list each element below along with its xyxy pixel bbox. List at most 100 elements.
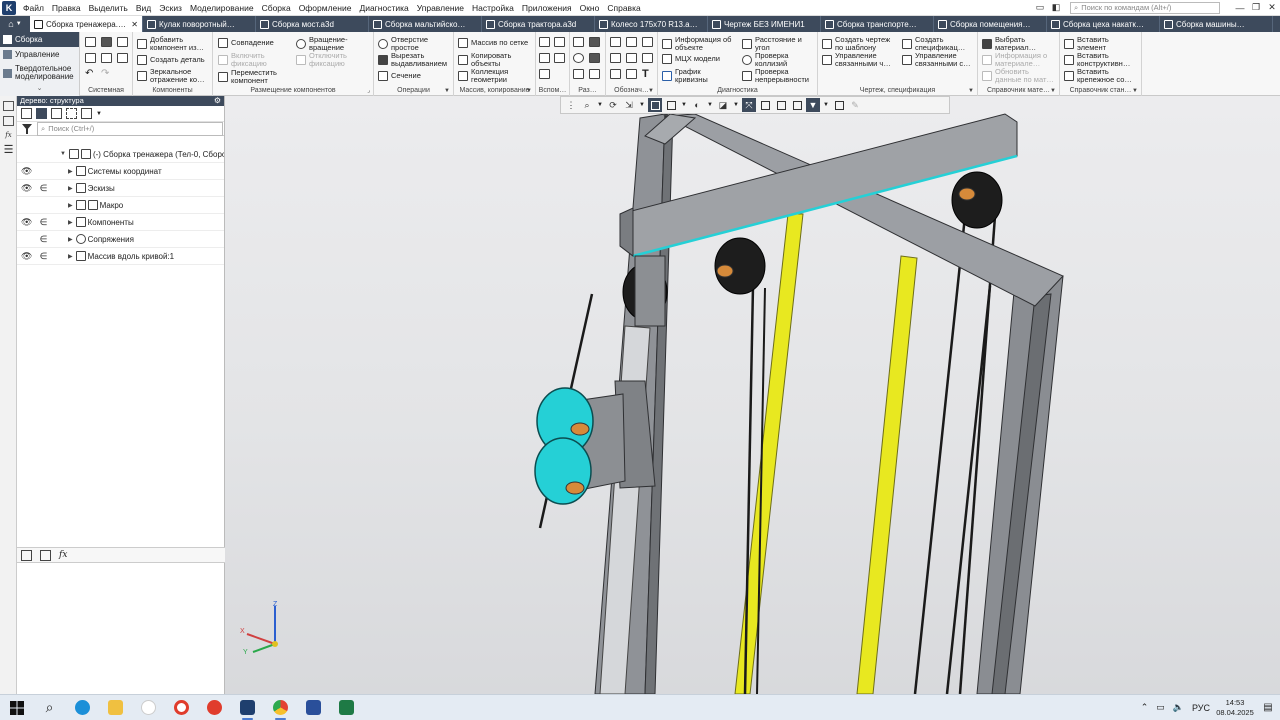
parameters-icon[interactable] (117, 53, 128, 63)
tab-document[interactable]: Сборка транспорте… (821, 16, 934, 32)
aux-point-icon[interactable] (539, 53, 550, 63)
taskbar-search-button[interactable]: ⌕ (33, 695, 66, 720)
manage-linked-drawings-button[interactable]: Управление связанными ч… (822, 52, 900, 67)
variables-icon[interactable]: fx (59, 550, 67, 560)
menu-sketch[interactable]: Эскиз (155, 3, 186, 13)
insert-element-button[interactable]: Вставить элемент (1064, 36, 1139, 51)
tab-assembly-trainer[interactable]: Сборка тренажера.a… ✕ (30, 16, 143, 32)
menu-apps[interactable]: Приложения (518, 3, 576, 13)
aux-axis-icon[interactable] (554, 37, 565, 47)
chevron-down-icon[interactable]: ▼ (96, 111, 102, 117)
filter-icon[interactable] (21, 123, 33, 135)
save-icon[interactable] (117, 37, 128, 47)
rotate-view-icon[interactable]: ⟳ (606, 98, 620, 112)
properties-icon[interactable] (3, 116, 14, 126)
list-view-icon[interactable] (81, 108, 92, 119)
taskbar-excel[interactable] (330, 695, 363, 720)
chevron-down-icon[interactable]: ▼ (822, 102, 830, 108)
eye-icon[interactable]: 👁 (21, 166, 32, 177)
tree-row-mates[interactable]: ∈ ▶ Сопряжения (17, 231, 224, 248)
check-continuity-button[interactable]: Проверка непрерывности (742, 68, 817, 83)
render-icon[interactable] (774, 98, 788, 112)
tab-document[interactable]: Сборка цеха накатк… (1047, 16, 1160, 32)
tab-document[interactable]: Сборка помещения… (934, 16, 1047, 32)
menu-icon[interactable]: ☰ (3, 145, 14, 156)
manage-linked-spec-button[interactable]: Управление связанными с… (902, 52, 977, 67)
measure-icon[interactable] (832, 98, 846, 112)
close-icon[interactable]: ✕ (131, 20, 138, 29)
chevron-down-icon[interactable]: ▼ (706, 102, 714, 108)
aux-curve-icon[interactable] (539, 69, 550, 79)
snap-icon[interactable]: ⤧ (742, 98, 756, 112)
base-icon[interactable] (610, 53, 621, 63)
aux-plane-icon[interactable] (539, 37, 550, 47)
chevron-down-icon[interactable]: ⌄ (0, 84, 79, 92)
display-mode-icon[interactable] (664, 98, 678, 112)
tree-row-macro[interactable]: ▶ Макро (17, 197, 224, 214)
menu-window[interactable]: Окно (576, 3, 604, 13)
new-doc-icon[interactable] (85, 37, 96, 47)
clock[interactable]: 14:53 08.04.2025 (1214, 698, 1256, 718)
chevron-down-icon[interactable]: ▼ (596, 102, 604, 108)
geometry-collection-button[interactable]: Коллекция геометрии (458, 68, 533, 83)
tab-document[interactable]: Чертеж БЕЗ ИМЕНИ1 (708, 16, 821, 32)
dimension-chain-icon[interactable] (589, 69, 600, 79)
panel-toggle-icon[interactable]: ▭ (1032, 1, 1048, 15)
leader-icon[interactable] (610, 37, 621, 47)
chevron-down-icon[interactable]: ▼ (968, 86, 974, 96)
tolerance-icon[interactable] (626, 53, 637, 63)
filter-icon[interactable]: ▼ (806, 98, 820, 112)
menu-edit[interactable]: Правка (48, 3, 85, 13)
menu-view[interactable]: Вид (132, 3, 155, 13)
marking-icon[interactable] (642, 37, 653, 47)
menu-select[interactable]: Выделить (85, 3, 132, 13)
dimension-linear-icon[interactable] (573, 37, 584, 47)
3d-viewport[interactable]: Z X Y (225, 96, 1280, 694)
sketch-icon[interactable]: ∈ (39, 217, 48, 228)
mcc-models-button[interactable]: МЦХ модели (662, 54, 720, 64)
choose-material-button[interactable]: Выбрать материал… (982, 36, 1057, 51)
menu-help[interactable]: Справка (603, 3, 644, 13)
menu-file[interactable]: Файл (19, 3, 48, 13)
coincidence-button[interactable]: Совпадение (218, 38, 274, 48)
appearance-icon[interactable] (790, 98, 804, 112)
minimize-button[interactable]: — (1232, 1, 1248, 15)
expand-arrow-icon[interactable]: ▶ (68, 236, 73, 243)
curvature-graph-button[interactable]: График кривизны (662, 68, 737, 83)
tab-document[interactable]: Сборка мост.a3d (256, 16, 369, 32)
properties-icon[interactable] (40, 549, 51, 561)
taskbar-chat[interactable] (132, 695, 165, 720)
select-icon[interactable] (66, 108, 77, 119)
array-grid-button[interactable]: Массив по сетке (458, 38, 528, 48)
taskbar-file-explorer[interactable] (99, 695, 132, 720)
properties-icon[interactable] (101, 53, 112, 63)
dimension-auto-icon[interactable] (573, 69, 584, 79)
expand-arrow-icon[interactable]: ▶ (68, 185, 73, 192)
move-component-button[interactable]: Переместить компонент (218, 69, 293, 84)
command-search-input[interactable]: ⌕ Поиск по командам (Alt+/) (1070, 1, 1220, 14)
expand-arrow-icon[interactable]: ▶ (68, 219, 73, 226)
taskbar-kompas[interactable] (231, 695, 264, 720)
add-component-button[interactable]: Добавить компонент из… (137, 36, 212, 51)
chevron-down-icon[interactable]: ▼ (526, 86, 532, 96)
menu-manage[interactable]: Управление (413, 3, 468, 13)
chevron-down-icon[interactable]: ▼ (1132, 86, 1138, 96)
create-part-button[interactable]: Создать деталь (137, 55, 205, 65)
update-material-button[interactable]: Обновить данные по мат… (982, 68, 1057, 83)
menu-diagnostics[interactable]: Диагностика (355, 3, 412, 13)
close-button[interactable]: ✕ (1264, 1, 1280, 15)
components-view-icon[interactable] (51, 108, 62, 119)
tree-root-row[interactable]: ▼ (-) Сборка тренажера (Тел-0, Сборо… (17, 146, 224, 163)
open-icon[interactable] (101, 37, 112, 47)
tab-document[interactable]: Колесо 175x70 R13.a… (595, 16, 708, 32)
create-spec-button[interactable]: Создать спецификац… (902, 36, 977, 51)
gear-icon[interactable]: ⚙ (214, 96, 221, 106)
aux-line-icon[interactable] (554, 53, 565, 63)
dimension-diameter-icon[interactable] (589, 53, 600, 63)
mode-solid-modeling[interactable]: Твердотельное моделирование (0, 62, 79, 84)
tree-icon[interactable] (21, 549, 32, 561)
expand-arrow-icon[interactable]: ▶ (68, 253, 73, 260)
chevron-down-icon[interactable]: ▼ (732, 102, 740, 108)
thread-icon[interactable] (626, 37, 637, 47)
mirror-component-button[interactable]: Зеркальное отражение ко… (137, 68, 212, 83)
